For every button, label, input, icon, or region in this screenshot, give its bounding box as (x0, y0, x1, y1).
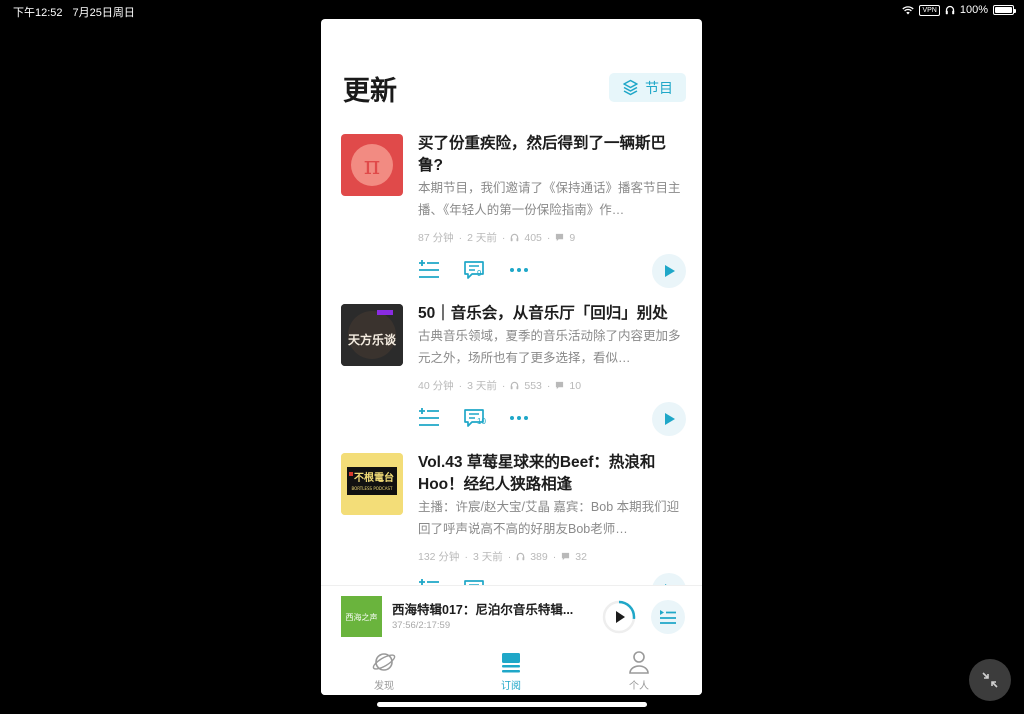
tab-discover-label: 发现 (374, 681, 394, 692)
episode-cover[interactable]: 不根電台 BORTLESS PODCAST (341, 453, 403, 515)
episode-age: 3 天前 (467, 380, 497, 392)
status-bar: 下午12:52 7月25日周日 VPN 100% (0, 0, 1024, 20)
shrink-button[interactable] (969, 659, 1011, 701)
planet-icon (372, 653, 396, 671)
headphones-icon (511, 381, 519, 390)
headphones-icon (511, 233, 519, 242)
episode-plays: 405 (524, 231, 542, 244)
headphones-icon (516, 552, 525, 561)
vpn-badge: VPN (919, 4, 940, 16)
layers-icon (623, 79, 638, 96)
tab-bar: 发现 订阅 个人 (321, 645, 702, 695)
episode-duration: 87 分钟 (418, 232, 454, 244)
mini-player-play-button[interactable] (601, 599, 637, 635)
mini-player-cover-logo: 西海之声 (346, 612, 378, 622)
episode-item[interactable]: 不根電台 BORTLESS PODCAST Vol.43 草莓星球来的Beef：… (321, 450, 702, 585)
more-button[interactable] (506, 405, 532, 431)
wifi-icon (902, 6, 915, 15)
episode-plays: 553 (524, 379, 542, 392)
episode-feed[interactable]: π 买了份重疾险，然后得到了一辆斯巴鲁? 本期节目，我们邀请了《保持通话》播客节… (321, 131, 702, 585)
status-date: 7月25日周日 (72, 7, 135, 19)
episode-description[interactable]: 本期节目，我们邀请了《保持通话》播客节目主播、《年轻人的第一份保险指南》作… (418, 177, 683, 221)
episode-actions: 9 (416, 254, 686, 288)
play-button[interactable] (652, 573, 686, 585)
play-button[interactable] (652, 402, 686, 436)
episode-item[interactable]: π 买了份重疾险，然后得到了一辆斯巴鲁? 本期节目，我们邀请了《保持通话》播客节… (321, 131, 702, 291)
add-to-queue-button[interactable] (416, 405, 442, 431)
episode-age: 2 天前 (467, 232, 497, 244)
person-icon (629, 651, 649, 674)
add-to-queue-icon (419, 408, 439, 426)
comment-icon (562, 552, 570, 561)
episode-duration: 132 分钟 (418, 551, 460, 563)
add-to-queue-icon (419, 260, 439, 278)
episode-cover-logo: π (364, 151, 380, 180)
play-icon (665, 265, 675, 277)
episode-title[interactable]: Vol.43 草莓星球来的Beef：热浪和Hoo！经纪人狭路相逢 (418, 452, 683, 496)
episode-age: 3 天前 (472, 551, 503, 563)
app-window: 更新 节目 π 买了份重疾险，然后得到了一辆斯巴鲁? 本期节目，我们邀请了《保持… (321, 19, 702, 695)
mini-player[interactable]: 西海之声 西海特辑017：尼泊尔音乐特辑... 37:56/2:17:59 (321, 585, 702, 645)
episode-actions: 10 (416, 402, 686, 436)
episode-cover-subtitle: BORTLESS PODCAST (351, 486, 393, 491)
comment-icon (556, 233, 564, 242)
more-icon (510, 268, 528, 272)
tab-subscriptions[interactable]: 订阅 (471, 649, 551, 692)
episode-cover-logo: 不根電台 (354, 471, 394, 484)
page-title: 更新 (343, 76, 397, 106)
battery-icon (993, 5, 1016, 15)
episode-actions: 32 (416, 573, 686, 585)
programs-button-label: 节目 (645, 79, 673, 96)
playlist-button[interactable] (651, 600, 685, 634)
mini-player-cover[interactable]: 西海之声 (341, 596, 382, 637)
episode-title[interactable]: 买了份重疾险，然后得到了一辆斯巴鲁? (418, 133, 683, 177)
tab-profile[interactable]: 个人 (599, 649, 679, 692)
add-to-queue-button[interactable] (416, 257, 442, 283)
comments-button-count: 9 (477, 269, 482, 278)
episode-meta: 40 分钟 · 3 天前 · 553 · 10 (418, 379, 582, 393)
episode-cover[interactable]: 天方乐谈 (341, 304, 403, 366)
home-indicator[interactable] (377, 702, 647, 707)
tab-discover[interactable]: 发现 (344, 649, 424, 692)
comments-button[interactable]: 10 (461, 405, 487, 431)
episode-comments: 32 (575, 550, 587, 563)
episode-description[interactable]: 主播：许宸/赵大宝/艾晶 嘉宾：Bob 本期我们迎回了呼声说高不高的好朋友Bob… (418, 496, 683, 540)
episode-description[interactable]: 古典音乐领域，夏季的音乐活动除了内容更加多元之外，场所也有了更多选择，看似… (418, 325, 683, 369)
episode-plays: 389 (530, 550, 548, 563)
more-button[interactable] (506, 576, 532, 585)
playlist-icon (660, 610, 676, 624)
more-button[interactable] (506, 257, 532, 283)
comments-button-count: 10 (477, 417, 486, 426)
headphones-icon (945, 5, 955, 15)
play-button[interactable] (652, 254, 686, 288)
tab-profile-label: 个人 (629, 681, 649, 692)
episode-duration: 40 分钟 (418, 380, 454, 392)
comments-button[interactable]: 9 (461, 257, 487, 283)
comment-icon (556, 381, 564, 390)
battery-percent: 100% (959, 4, 988, 16)
status-time: 下午12:52 (13, 7, 63, 19)
comment-icon (464, 261, 484, 279)
shrink-icon (982, 672, 998, 688)
stack-icon (502, 653, 520, 673)
programs-button[interactable]: 节目 (609, 73, 686, 102)
tab-subscriptions-label: 订阅 (501, 681, 521, 692)
episode-cover[interactable]: π (341, 134, 403, 196)
episode-title[interactable]: 50｜音乐会，从音乐厅「回归」别处 (418, 303, 683, 325)
comments-button[interactable]: 32 (461, 576, 487, 585)
episode-cover-logo: 天方乐谈 (348, 332, 397, 347)
mini-player-title[interactable]: 西海特辑017：尼泊尔音乐特辑... (392, 599, 592, 618)
play-icon (665, 413, 675, 425)
episode-meta: 132 分钟 · 3 天前 · 389 · 32 (418, 550, 587, 564)
mini-player-time: 37:56/2:17:59 (392, 620, 451, 631)
more-icon (510, 416, 528, 420)
episode-item[interactable]: 天方乐谈 50｜音乐会，从音乐厅「回归」别处 古典音乐领域，夏季的音乐活动除了内… (321, 301, 702, 461)
episode-comments: 10 (569, 379, 582, 392)
episode-comments: 9 (569, 231, 576, 244)
episode-meta: 87 分钟 · 2 天前 · 405 · 9 (418, 231, 576, 245)
add-to-queue-button[interactable] (416, 576, 442, 585)
